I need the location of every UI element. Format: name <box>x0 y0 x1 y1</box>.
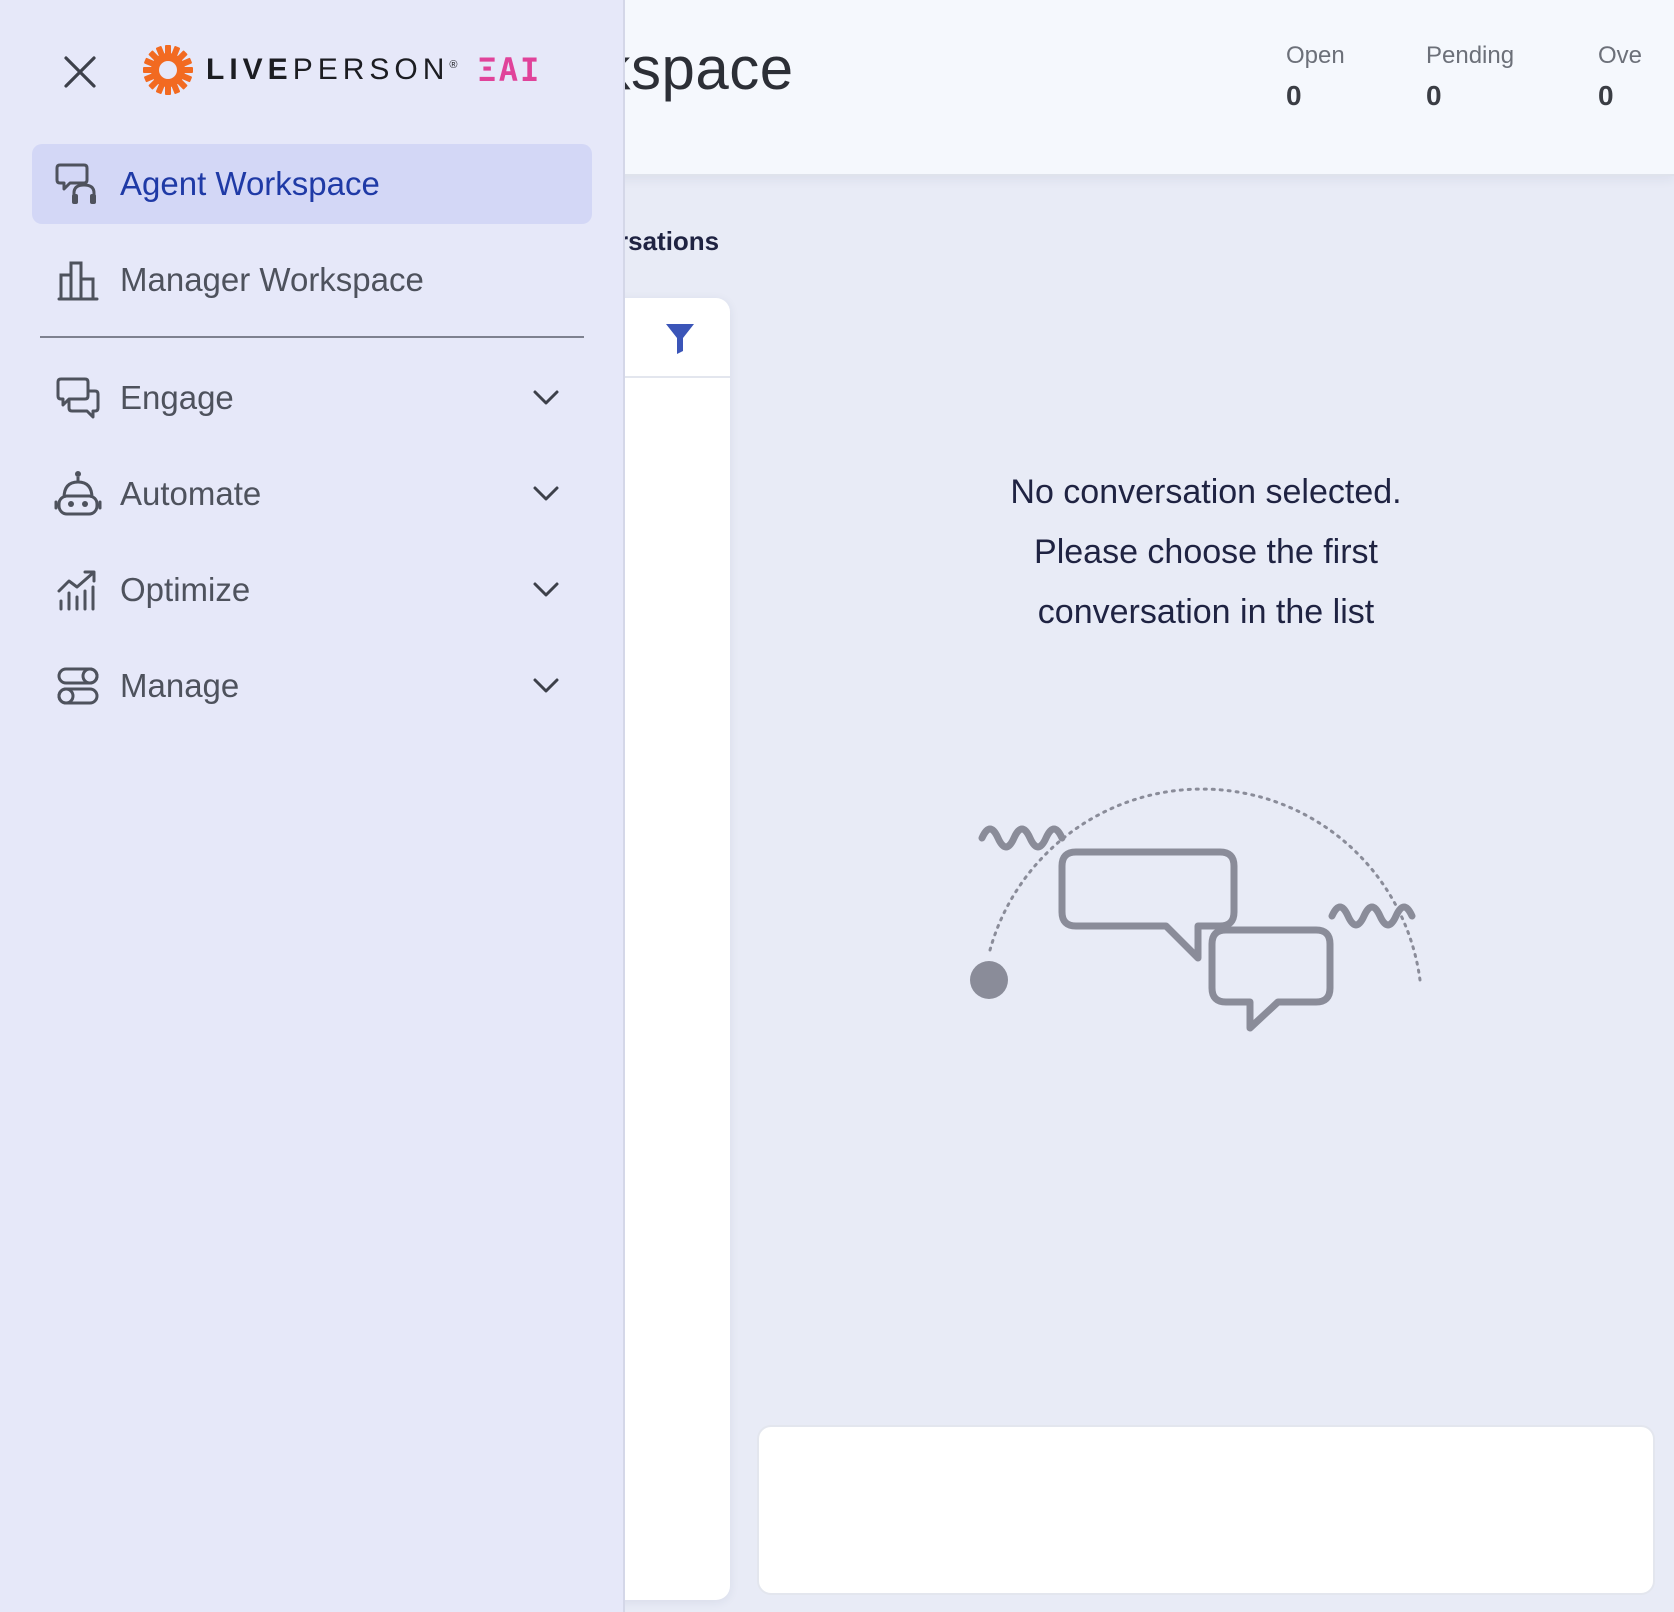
logo-wordmark-live: LIVE <box>206 53 293 86</box>
robot-icon <box>54 470 102 518</box>
navigation-drawer: LIVEPERSON® ΞAI Agent Workspace Manager … <box>0 0 625 1612</box>
chevron-down-icon[interactable] <box>528 668 564 704</box>
nav-label: Engage <box>120 379 234 416</box>
chat-bubbles-icon <box>54 374 102 422</box>
filter-button[interactable] <box>660 318 700 358</box>
conversations-section-label: rsations <box>618 226 720 256</box>
nav-label: Optimize <box>120 571 251 608</box>
nav-label: Manage <box>120 667 240 704</box>
toggles-icon <box>54 662 102 710</box>
chevron-down-icon[interactable] <box>528 380 564 416</box>
stat-label: Pending <box>1426 42 1515 69</box>
empty-conversation-illustration <box>960 750 1440 1045</box>
nav-item-engage[interactable]: Engage <box>32 358 592 438</box>
agent-headset-chat-icon <box>54 160 102 208</box>
logo-wordmark: LIVEPERSON® <box>206 53 458 87</box>
logo-registered-mark: ® <box>449 59 458 71</box>
stat-label: Ove <box>1598 42 1643 69</box>
liveperson-sun-icon <box>143 45 193 95</box>
nav-label: Automate <box>120 475 262 512</box>
liveperson-logo: LIVEPERSON® ΞAI <box>142 44 541 96</box>
chevron-down-icon[interactable] <box>528 572 564 608</box>
close-icon <box>64 56 96 88</box>
nav-item-manage[interactable]: Manage <box>32 646 592 726</box>
bar-chart-icon <box>54 256 102 304</box>
chat-bubbles-illustration-icon <box>970 787 1422 1032</box>
nav-item-automate[interactable]: Automate <box>32 454 592 534</box>
filter-icon <box>666 324 694 354</box>
stat-pending: Pending 0 <box>1426 42 1514 112</box>
message-composer[interactable] <box>757 1425 1655 1595</box>
stat-value: 0 <box>1286 80 1302 111</box>
empty-state-line: Please choose the first <box>1034 533 1378 571</box>
trend-chart-icon <box>54 566 102 614</box>
empty-state-line: No conversation selected. <box>1010 473 1402 511</box>
chevron-down-icon[interactable] <box>528 476 564 512</box>
logo-wordmark-person: PERSON <box>292 53 450 86</box>
nav-item-manager-workspace[interactable]: Manager Workspace <box>32 240 592 320</box>
app-page: rkspace Open 0 Pending 0 Ove 0 rsations … <box>0 0 1674 1612</box>
nav-item-agent-workspace[interactable]: Agent Workspace <box>32 144 592 224</box>
stat-label: Open <box>1286 42 1345 69</box>
logo-eai-badge: ΞAI <box>477 51 542 89</box>
empty-state-line: conversation in the list <box>1037 593 1375 631</box>
stat-open: Open 0 <box>1286 42 1345 112</box>
drawer-nav: Agent Workspace Manager Workspace Engage… <box>32 144 592 742</box>
nav-group: Engage Automate Optimize Manage <box>32 358 592 726</box>
empty-state-message: No conversation selected. Please choose … <box>900 462 1512 642</box>
nav-label: Agent Workspace <box>120 165 380 202</box>
stat-value: 0 <box>1426 80 1442 111</box>
close-drawer-button[interactable] <box>58 50 102 94</box>
drawer-header: LIVEPERSON® ΞAI <box>0 0 625 140</box>
stat-overdue: Ove 0 <box>1598 42 1642 112</box>
nav-item-optimize[interactable]: Optimize <box>32 550 592 630</box>
nav-label: Manager Workspace <box>120 261 424 298</box>
nav-divider <box>40 336 584 338</box>
stat-value: 0 <box>1598 80 1614 111</box>
